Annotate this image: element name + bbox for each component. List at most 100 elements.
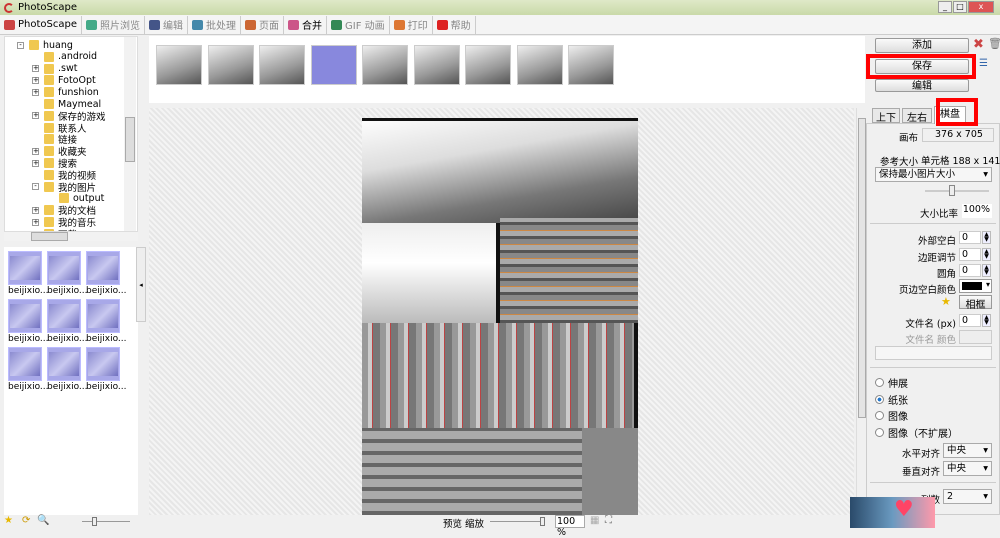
tab-4[interactable]: 页面 (241, 15, 284, 34)
refresh-icon[interactable]: ⟳ (22, 515, 30, 526)
tab-7[interactable]: 打印 (390, 15, 433, 34)
layout-radio[interactable]: 图像（不扩展） (875, 425, 958, 440)
favorite-icon[interactable]: ★ (4, 515, 13, 526)
expand-icon[interactable]: + (32, 147, 39, 155)
filename-text-input[interactable] (875, 346, 992, 360)
thumbnail-label: beijixio... (47, 286, 87, 296)
thumbnail[interactable] (8, 299, 42, 333)
filename-color-picker[interactable] (959, 330, 992, 344)
maximize-button[interactable]: □ (953, 1, 967, 13)
thumbnail[interactable] (86, 251, 120, 285)
strip-photo[interactable] (568, 45, 614, 85)
ad-image: ♥ (850, 497, 935, 528)
strip-photo[interactable] (156, 45, 202, 85)
tree-scrollbar[interactable] (124, 37, 136, 231)
corner-input[interactable]: 0 (959, 264, 981, 277)
bgcolor-picker[interactable]: ▾ (959, 279, 992, 293)
expand-icon[interactable]: + (32, 159, 39, 167)
tree-node[interactable]: + FotoOpt (32, 74, 96, 86)
checker-toggle-icon[interactable]: ▦ (590, 515, 599, 526)
fit-screen-icon[interactable]: ⛶ (605, 515, 612, 526)
tree-node[interactable]: + funshion (32, 86, 99, 98)
layout-radio[interactable]: 图像 (875, 408, 908, 423)
strip-photo[interactable] (413, 45, 460, 85)
tab-horizontal[interactable]: 左右 (902, 108, 932, 124)
strip-photo[interactable] (207, 45, 254, 85)
tab-vertical[interactable]: 上下 (872, 108, 900, 124)
filename-size-input[interactable]: 0 (959, 314, 981, 327)
strip-photo[interactable] (259, 45, 305, 85)
expand-icon[interactable]: - (32, 183, 39, 191)
minimize-button[interactable]: _ (938, 1, 952, 13)
canvas-scrollbar[interactable] (856, 108, 866, 515)
radio-icon[interactable] (875, 394, 884, 404)
halign-select[interactable]: 中央 (943, 443, 992, 458)
tree-node[interactable]: - huang (17, 39, 73, 51)
tab-2[interactable]: 编辑 (145, 15, 188, 34)
tree-node[interactable]: - 我的图片 (32, 181, 96, 194)
thumbnail[interactable] (86, 299, 120, 333)
radio-icon[interactable] (875, 378, 884, 387)
close-button[interactable]: x (968, 1, 994, 13)
strip-photo[interactable] (465, 45, 511, 85)
ratio-slider[interactable] (925, 185, 989, 196)
columns-select[interactable]: 2 (943, 489, 992, 504)
ratio-input[interactable]: 100% (962, 204, 992, 218)
filename-size-spinner[interactable]: ▲ ▼ (982, 314, 991, 327)
layout-radio[interactable]: 纸张 (875, 392, 908, 407)
thumbnail[interactable] (47, 347, 81, 381)
strip-photo[interactable] (310, 45, 357, 85)
thumbnail-label: beijixio... (86, 382, 126, 392)
list-icon[interactable]: ☰ (979, 58, 988, 69)
expand-icon[interactable]: + (32, 88, 39, 96)
thumbnail[interactable] (8, 251, 42, 285)
layout-radio[interactable]: 伸展 (875, 375, 908, 390)
tab-8[interactable]: 帮助 (433, 15, 476, 34)
margin-spinner[interactable]: ▲ ▼ (982, 248, 991, 261)
frame-button[interactable]: 相框 (959, 295, 992, 311)
tab-3[interactable]: 批处理 (188, 15, 241, 34)
expand-icon[interactable]: + (32, 76, 39, 84)
expand-icon[interactable]: + (32, 218, 39, 226)
margin-label: 边距调节 (917, 253, 956, 264)
radio-icon[interactable] (875, 411, 884, 420)
window-title: PhotoScape (18, 2, 77, 13)
zoom-slider[interactable] (490, 517, 545, 526)
remove-icon[interactable]: ✖ (973, 37, 984, 52)
trash-icon[interactable]: 🗑 (988, 37, 1000, 50)
size-mode-select[interactable]: 保持最小图片大小 (875, 167, 992, 182)
panel-collapse-handle[interactable]: ◂ (136, 247, 146, 322)
star-icon[interactable]: ★ (941, 295, 951, 308)
tab-0[interactable]: PhotoScape (0, 15, 82, 34)
expand-icon[interactable]: + (32, 112, 39, 120)
outer-margin-input[interactable]: 0 (959, 231, 981, 244)
thumbnail[interactable] (86, 347, 120, 381)
thumbnail[interactable] (47, 299, 81, 333)
margin-input[interactable]: 0 (959, 248, 981, 261)
outer-margin-spinner[interactable]: ▲ ▼ (982, 231, 991, 244)
folder-tree[interactable]: - huang .android + .swt + FotoOpt + funshion Maym… (4, 36, 138, 232)
strip-photo[interactable] (362, 45, 408, 85)
expand-icon[interactable]: + (32, 65, 39, 73)
zoom-input[interactable]: 100 % (555, 515, 585, 538)
valign-select[interactable]: 中央 (943, 461, 992, 476)
photo-strip (149, 36, 865, 103)
radio-icon[interactable] (875, 427, 884, 437)
search-icon[interactable]: 🔍 (37, 515, 49, 526)
tree-node[interactable]: .android (44, 51, 97, 63)
add-button[interactable]: 添加 (875, 38, 969, 53)
thumbnail[interactable] (8, 347, 42, 381)
tree-node[interactable]: + .swt (32, 63, 77, 75)
edit-button[interactable]: 编辑 (875, 79, 969, 92)
thumbnail-label: beijixio... (47, 382, 87, 392)
expand-icon[interactable]: - (17, 41, 24, 49)
expand-icon[interactable]: + (32, 206, 39, 214)
tab-1[interactable]: 照片浏览 (82, 15, 145, 34)
tab-6[interactable]: GIF 动画 (327, 15, 390, 34)
strip-photo[interactable] (516, 45, 563, 85)
corner-spinner[interactable]: ▲ ▼ (982, 264, 991, 277)
thumbnail[interactable] (47, 251, 81, 285)
thumb-size-slider[interactable] (82, 517, 130, 526)
tree-hscrollbar[interactable] (4, 232, 138, 241)
tab-5[interactable]: 合并 (284, 15, 327, 34)
